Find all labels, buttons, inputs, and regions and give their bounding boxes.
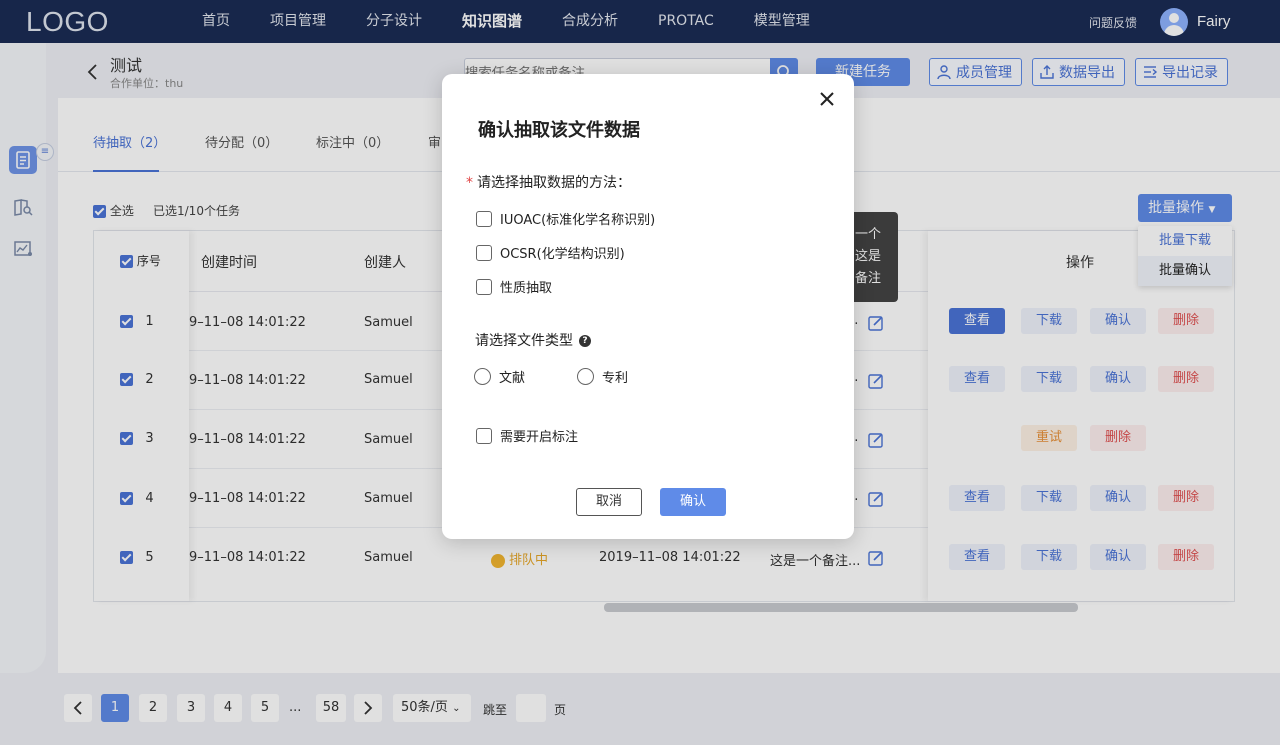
extract-confirm-modal: 确认抽取该文件数据 * 请选择抽取数据的方法： IUOAC(标准化学名称识别) … [442, 74, 854, 539]
option-label: OCSR(化学结构识别) [500, 247, 625, 262]
cancel-button[interactable]: 取消 [576, 488, 642, 516]
modal-title: 确认抽取该文件数据 [478, 120, 640, 141]
filetype-option-patent[interactable]: 专利 [577, 367, 628, 386]
filetype-label: 请选择文件类型? [475, 330, 591, 350]
filetype-option-literature[interactable]: 文献 [474, 367, 525, 386]
checkbox[interactable] [476, 244, 492, 261]
method-label: 请选择抽取数据的方法： [477, 175, 631, 191]
radio[interactable] [577, 368, 594, 385]
required-mark: * [466, 175, 473, 191]
method-option-property[interactable]: 性质抽取 [476, 277, 552, 296]
option-label: 专利 [602, 371, 629, 386]
option-label: IUOAC(标准化学名称识别) [500, 213, 656, 228]
close-icon[interactable] [818, 90, 836, 108]
annotate-option[interactable]: 需要开启标注 [476, 426, 578, 445]
option-label: 需要开启标注 [500, 430, 579, 445]
confirm-button[interactable]: 确认 [660, 488, 726, 516]
checkbox[interactable] [476, 278, 492, 295]
method-option-iuoac[interactable]: IUOAC(标准化学名称识别) [476, 209, 655, 228]
option-label: 性质抽取 [500, 281, 553, 296]
option-label: 文献 [499, 371, 526, 386]
method-option-ocsr[interactable]: OCSR(化学结构识别) [476, 243, 625, 262]
radio[interactable] [474, 368, 491, 385]
checkbox[interactable] [476, 427, 492, 444]
filetype-label-text: 请选择文件类型 [475, 333, 573, 349]
help-icon[interactable]: ? [579, 335, 591, 347]
checkbox[interactable] [476, 210, 492, 227]
